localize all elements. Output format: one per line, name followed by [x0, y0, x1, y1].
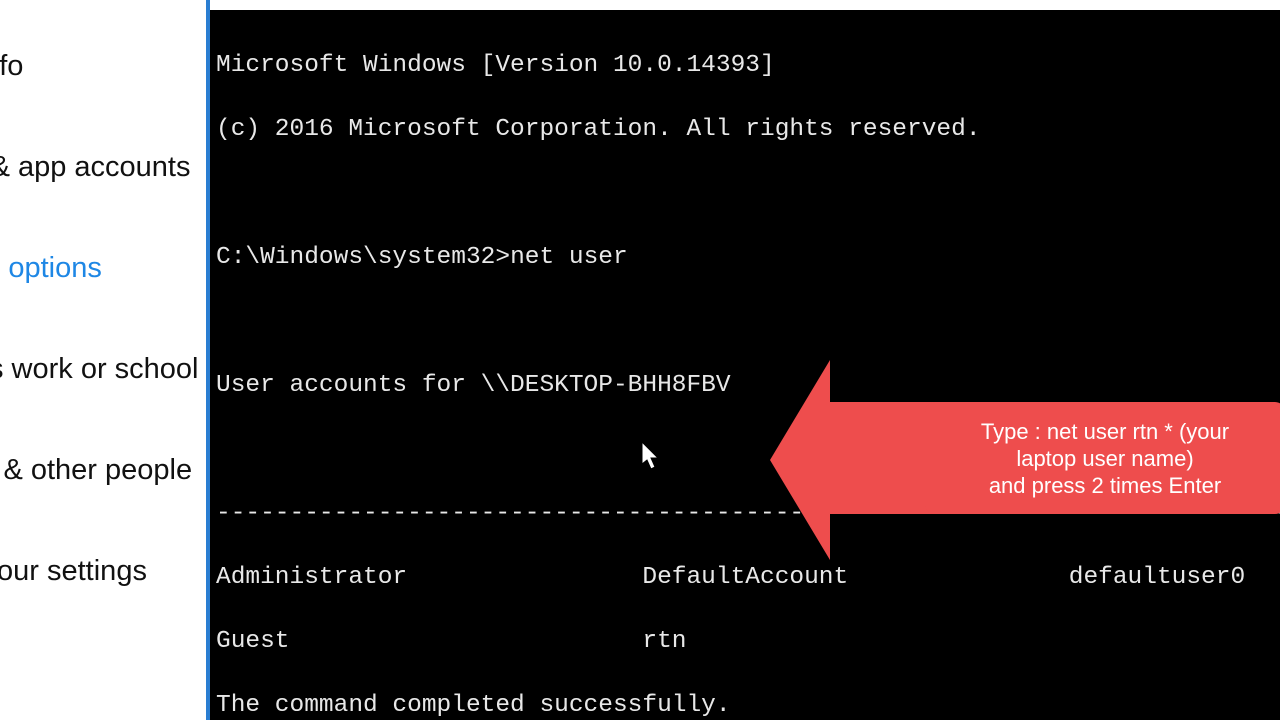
sidebar-item-label: Your info — [0, 50, 23, 82]
cmd-completed-msg: The command completed successfully. — [216, 690, 1274, 720]
sidebar-item-label: Family & other people — [0, 454, 192, 486]
cmd-users-row: Guest rtn — [216, 626, 1274, 658]
blank-line — [216, 306, 1274, 338]
cmd-separator: ----------------------------------------… — [216, 498, 1274, 530]
cmd-prompt-1: C:\Windows\system32>net user — [216, 242, 1274, 274]
sidebar-item-label: Sync your settings — [0, 555, 147, 587]
sidebar-item-email-accounts[interactable]: Email & app accounts — [0, 141, 116, 194]
cmd-banner-2: (c) 2016 Microsoft Corporation. All righ… — [216, 114, 1274, 146]
sidebar-item-signin-options[interactable]: Sign-in options — [0, 242, 116, 295]
cmd-entered-command: net user — [510, 244, 628, 271]
cmd-banner-1: Microsoft Windows [Version 10.0.14393] — [216, 50, 1274, 82]
sidebar-item-access-work-school[interactable]: Access work or school — [0, 343, 116, 396]
sidebar-item-label: Email & app accounts — [0, 151, 190, 183]
cmd-output[interactable]: Microsoft Windows [Version 10.0.14393] (… — [210, 14, 1280, 720]
settings-sidebar: Your info Email & app accounts Sign-in o… — [0, 0, 210, 720]
command-prompt-window[interactable]: Microsoft Windows [Version 10.0.14393] (… — [210, 0, 1280, 720]
sidebar-item-label: Sign-in options — [0, 252, 102, 284]
cmd-path: C:\Windows\system32> — [216, 244, 510, 271]
cmd-users-row: Administrator DefaultAccount defaultuser… — [216, 562, 1274, 594]
sidebar-item-your-info[interactable]: Your info — [0, 40, 116, 93]
sidebar-item-sync-settings[interactable]: Sync your settings — [0, 545, 116, 598]
cmd-titlebar — [210, 0, 1280, 10]
cmd-accounts-header: User accounts for \\DESKTOP-BHH8FBV — [216, 370, 1274, 402]
sidebar-item-label: Access work or school — [0, 353, 199, 385]
blank-line — [216, 178, 1274, 210]
sidebar-item-family-other-people[interactable]: Family & other people — [0, 444, 116, 497]
blank-line — [216, 434, 1274, 466]
